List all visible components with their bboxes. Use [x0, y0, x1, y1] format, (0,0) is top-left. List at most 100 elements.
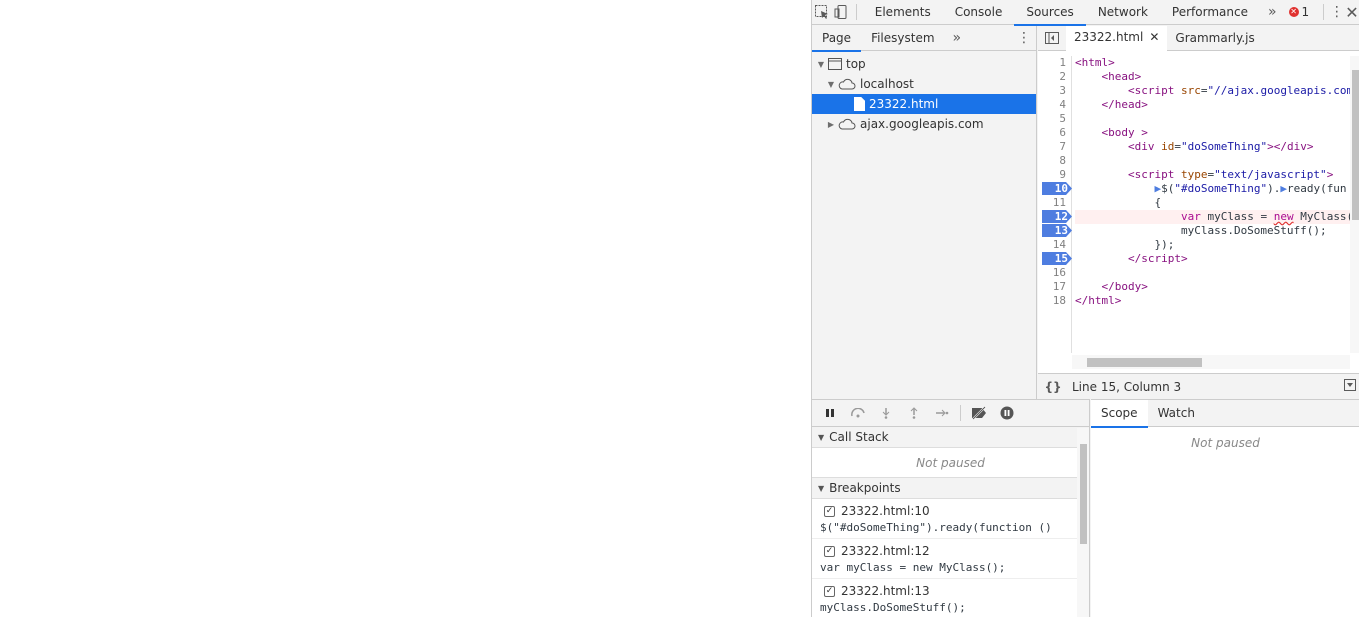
breakpoint-item[interactable]: ✓ 23322.html:10 $("#doSomeThing").ready(…: [812, 499, 1089, 539]
tab-network[interactable]: Network: [1086, 0, 1160, 25]
step-icon[interactable]: [930, 402, 954, 424]
line-number[interactable]: 4: [1038, 98, 1068, 112]
line-number[interactable]: 1: [1038, 56, 1068, 70]
cloud-icon: [838, 78, 856, 90]
editor-tabs: 23322.html ✕ Grammarly.js: [1038, 25, 1359, 51]
line-number[interactable]: 11: [1038, 196, 1068, 210]
tree-label: localhost: [860, 77, 914, 91]
close-tab-icon[interactable]: ✕: [1149, 30, 1159, 44]
code-line: <div id="doSomeThing"></div>: [1127, 140, 1314, 153]
breakpoints-header[interactable]: ▼ Breakpoints: [812, 478, 1089, 499]
tree-item-file[interactable]: 23322.html: [812, 94, 1036, 114]
error-count: 1: [1301, 5, 1310, 19]
code-line: {: [1075, 196, 1162, 209]
close-devtools-icon[interactable]: ✕: [1344, 0, 1359, 24]
customize-menu-icon[interactable]: ⋮: [1330, 0, 1344, 24]
breakpoint-item[interactable]: ✓ 23322.html:13 myClass.DoSomeStuff();: [812, 579, 1089, 617]
step-over-icon[interactable]: [846, 402, 870, 424]
step-into-icon[interactable]: [874, 402, 898, 424]
cursor-position: Line 15, Column 3: [1072, 379, 1182, 394]
code-line: var myClass = new MyClass(: [1075, 210, 1350, 224]
breakpoint-marker[interactable]: 15: [1042, 252, 1072, 265]
tab-performance[interactable]: Performance: [1160, 0, 1260, 25]
tab-watch[interactable]: Watch: [1148, 400, 1205, 427]
step-out-icon[interactable]: [902, 402, 926, 424]
toggle-navigator-icon[interactable]: [1038, 26, 1066, 50]
pause-on-exceptions-icon[interactable]: [995, 402, 1019, 424]
line-number[interactable]: 18: [1038, 294, 1068, 308]
line-number[interactable]: 6: [1038, 126, 1068, 140]
line-number[interactable]: 8: [1038, 154, 1068, 168]
tree-label: top: [846, 57, 866, 71]
tab-elements[interactable]: Elements: [863, 0, 943, 25]
line-number[interactable]: 5: [1038, 112, 1068, 126]
breakpoint-checkbox[interactable]: ✓: [824, 585, 835, 597]
tab-page[interactable]: Page: [812, 26, 862, 52]
tab-sources[interactable]: Sources: [1014, 0, 1087, 26]
line-number[interactable]: 2: [1038, 70, 1068, 84]
code-line: <head>: [1101, 70, 1142, 83]
error-counter[interactable]: ✕ 1: [1285, 5, 1318, 19]
navigator-menu-icon[interactable]: ⋮: [1012, 30, 1036, 46]
tab-console[interactable]: Console: [943, 0, 1015, 25]
section-title: Breakpoints: [829, 481, 901, 495]
code-line: });: [1075, 238, 1175, 251]
inspect-element-icon[interactable]: [812, 0, 831, 24]
deactivate-breakpoints-icon[interactable]: [967, 402, 991, 424]
toggle-drawer-icon[interactable]: [1344, 379, 1356, 394]
code-line: </head>: [1101, 98, 1148, 111]
file-icon: [854, 97, 865, 111]
line-number-gutter[interactable]: 1 2 3 4 5 6 7 8 9 10 11 12 13 14 15 16 17 18: [1038, 56, 1072, 353]
call-stack-header[interactable]: ▼ Call Stack: [812, 427, 1089, 448]
scrollbar-thumb[interactable]: [1087, 358, 1202, 367]
file-tree: ▼ top ▼ localhost 23322.html ▶ ajax.goog…: [812, 51, 1036, 134]
line-number[interactable]: 7: [1038, 140, 1068, 154]
more-tabs-icon[interactable]: »: [1260, 4, 1285, 20]
breakpoint-marker[interactable]: 12: [1042, 210, 1072, 223]
editor-horizontal-scrollbar[interactable]: [1072, 355, 1350, 369]
line-number[interactable]: 16: [1038, 266, 1068, 280]
breakpoint-marker[interactable]: 10: [1042, 182, 1072, 195]
toolbar-divider: [1323, 4, 1324, 20]
breakpoint-checkbox[interactable]: ✓: [824, 505, 835, 517]
editor-tab-label: 23322.html: [1074, 30, 1144, 44]
tree-label: 23322.html: [869, 97, 939, 111]
collapse-arrow-icon[interactable]: ▶: [826, 120, 836, 129]
pretty-print-button[interactable]: {}: [1038, 380, 1068, 394]
breakpoint-location: 23322.html:10: [841, 504, 930, 518]
pause-icon[interactable]: [818, 402, 842, 424]
toolbar-divider: [960, 405, 961, 421]
breakpoint-marker[interactable]: 13: [1042, 224, 1072, 237]
breakpoint-item[interactable]: ✓ 23322.html:12 var myClass = new MyClas…: [812, 539, 1089, 579]
navigator-tabs: Page Filesystem » ⋮: [812, 26, 1036, 52]
tree-item-ajax[interactable]: ▶ ajax.googleapis.com: [812, 114, 1036, 134]
expand-arrow-icon[interactable]: ▼: [826, 80, 836, 89]
source-editor: 23322.html ✕ Grammarly.js 1 2 3 4 5 6 7 8 9 10 11 1…: [1038, 25, 1359, 399]
breakpoint-code: $("#doSomeThing").ready(function (): [820, 521, 1052, 534]
line-number[interactable]: 9: [1038, 168, 1068, 182]
tab-filesystem[interactable]: Filesystem: [861, 26, 944, 51]
debugger-scrollbar[interactable]: [1077, 428, 1089, 617]
breakpoint-location: 23322.html:12: [841, 544, 930, 558]
device-toolbar-icon[interactable]: [831, 0, 850, 24]
line-number[interactable]: 3: [1038, 84, 1068, 98]
breakpoint-code: myClass.DoSomeStuff();: [820, 601, 966, 614]
tree-item-top[interactable]: ▼ top: [812, 54, 1036, 74]
tab-scope[interactable]: Scope: [1091, 399, 1148, 428]
breakpoint-checkbox[interactable]: ✓: [824, 545, 835, 557]
editor-tab-label: Grammarly.js: [1175, 31, 1255, 45]
scrollbar-thumb[interactable]: [1352, 70, 1359, 220]
more-navigator-tabs-icon[interactable]: »: [945, 30, 970, 46]
scrollbar-thumb[interactable]: [1080, 444, 1087, 544]
frame-icon: [828, 58, 842, 70]
breakpoint-location: 23322.html:13: [841, 584, 930, 598]
line-number[interactable]: 14: [1038, 238, 1068, 252]
editor-tab-23322[interactable]: 23322.html ✕: [1066, 25, 1168, 51]
line-number[interactable]: 17: [1038, 280, 1068, 294]
editor-vertical-scrollbar[interactable]: [1350, 56, 1359, 353]
tree-item-localhost[interactable]: ▼ localhost: [812, 74, 1036, 94]
editor-tab-grammarly[interactable]: Grammarly.js: [1167, 26, 1262, 51]
code-line: <html>: [1075, 56, 1115, 69]
code-area[interactable]: 1 2 3 4 5 6 7 8 9 10 11 12 13 14 15 16 17 18 <html> <head…: [1038, 56, 1350, 353]
expand-arrow-icon[interactable]: ▼: [816, 60, 826, 69]
